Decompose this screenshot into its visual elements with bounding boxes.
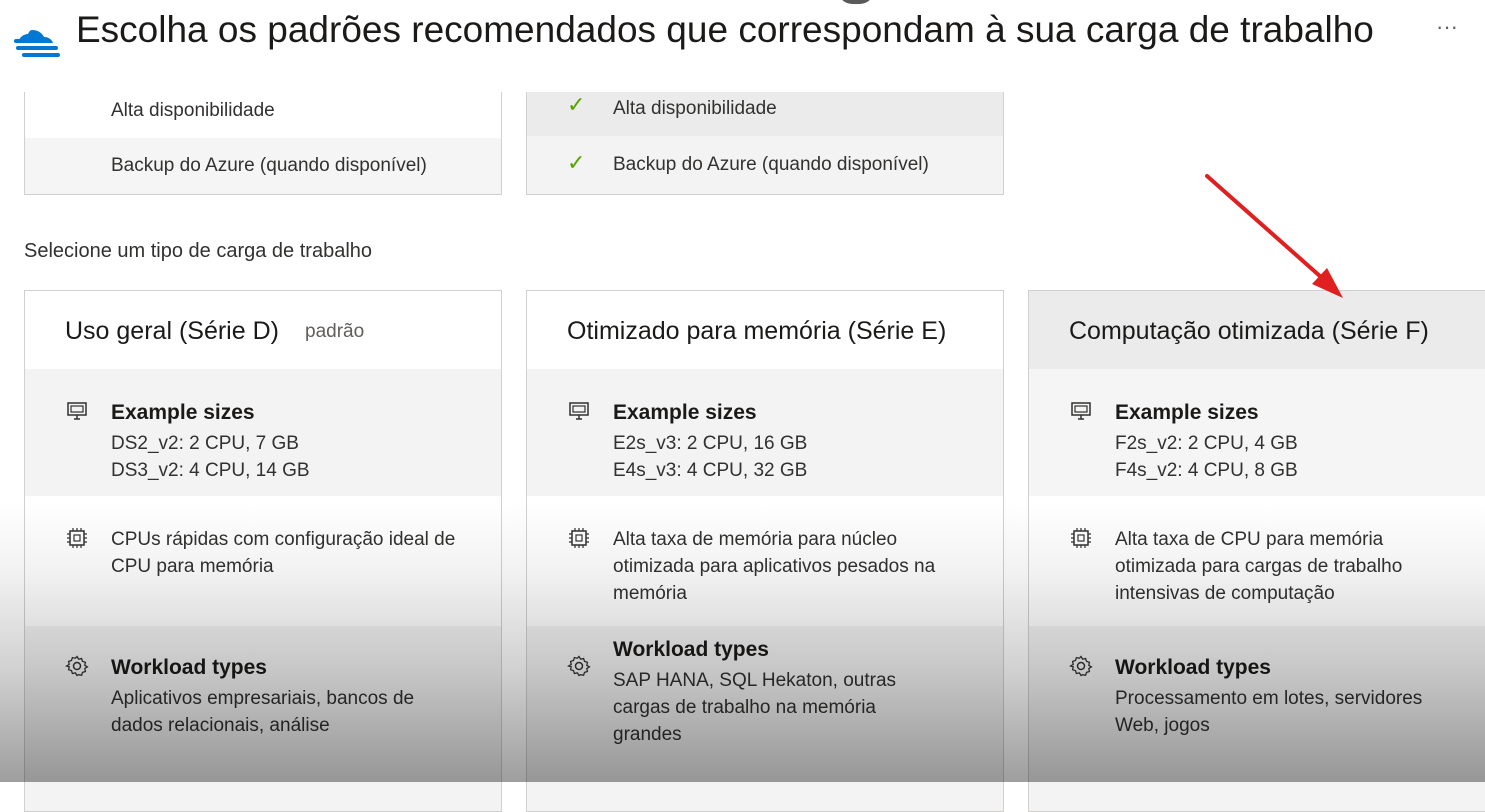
chip-icon [569,528,589,548]
size-item: E4s_v3: 4 CPU, 32 GB [613,460,808,481]
chip-icon [1071,528,1091,548]
size-item: F4s_v2: 4 CPU, 8 GB [1115,460,1298,481]
feature-row: Alta disponibilidade [25,88,501,133]
size-item: E2s_v3: 2 CPU, 16 GB [613,433,808,454]
feature-label: Alta disponibilidade [613,98,777,119]
page-title: Escolha os padrões recomendados que corr… [76,9,1374,50]
card-title: Otimizado para memória (Série E) [567,317,947,345]
size-item: F2s_v2: 2 CPU, 4 GB [1115,433,1298,454]
card-header: Uso geral (Série D) padrão [25,291,501,369]
gear-icon [1069,655,1093,677]
feature-row: ✓ Backup do Azure (quando disponível) [527,136,1003,194]
checkmark-icon: ✓ [567,92,586,117]
sizes-heading: Example sizes [1115,401,1259,424]
chip-icon [67,528,87,548]
cpu-section: Alta taxa de CPU para memória otimizada … [1029,496,1485,626]
option-card-default-partial[interactable]: Alta disponibilidade Backup do Azure (qu… [24,92,502,195]
workload-description: SAP HANA, SQL Hekaton, outras cargas de … [613,670,897,745]
cpu-description: Alta taxa de CPU para memória otimizada … [1115,529,1403,604]
workload-section: Workload types SAP HANA, SQL Hekaton, ou… [527,626,1003,811]
more-options-button[interactable]: ··· [1436,14,1458,40]
feature-label: Alta disponibilidade [111,99,275,121]
size-item: DS3_v2: 4 CPU, 14 GB [111,460,310,481]
monitor-icon [569,402,589,420]
cpu-section: Alta taxa de memória para núcleo otimiza… [527,496,1003,626]
default-tag: padrão [305,321,365,342]
feature-row: ✓ Alta disponibilidade [527,92,1003,136]
cpu-section: CPUs rápidas com configuração ideal de C… [25,496,501,626]
sizes-section: Example sizes F2s_v2: 2 CPU, 4 GB F4s_v2… [1029,369,1485,496]
sizes-heading: Example sizes [613,401,757,424]
workload-heading: Workload types [1115,656,1271,679]
feature-label: Backup do Azure (quando disponível) [111,155,427,176]
size-item: DS2_v2: 2 CPU, 7 GB [111,433,299,454]
workload-description: Processamento em lotes, servidores Web, … [1115,688,1423,736]
page-header: Escolha os padrões recomendados que corr… [0,0,1485,92]
workload-section: Workload types Processamento em lotes, s… [1029,626,1485,811]
card-header: Otimizado para memória (Série E) [527,291,1003,369]
option-card-recommended-partial[interactable]: ✓ Alta disponibilidade ✓ Backup do Azure… [526,92,1004,195]
monitor-icon [1071,402,1091,420]
section-label: Selecione um tipo de carga de trabalho [24,240,373,262]
monitor-icon [67,402,87,420]
workload-heading: Workload types [613,638,769,661]
workload-section: Workload types Aplicativos empresariais,… [25,626,501,811]
top-notch [838,0,874,4]
gear-icon [65,655,89,677]
feature-label: Backup do Azure (quando disponível) [613,154,929,175]
sizes-heading: Example sizes [111,401,255,424]
cpu-description: CPUs rápidas com configuração ideal de C… [111,529,456,577]
checkmark-icon: ✓ [567,150,586,175]
feature-row: Backup do Azure (quando disponível) [25,138,501,194]
workload-card-compute[interactable]: Computação otimizada (Série F) Example s… [1028,290,1485,812]
workload-description: Aplicativos empresariais, bancos de dado… [111,688,415,736]
card-header: Computação otimizada (Série F) [1029,291,1485,369]
workload-heading: Workload types [111,656,267,679]
gear-icon [567,655,591,677]
cpu-description: Alta taxa de memória para núcleo otimiza… [613,529,936,604]
workload-card-memory[interactable]: Otimizado para memória (Série E) Example… [526,290,1004,812]
sizes-section: Example sizes E2s_v3: 2 CPU, 16 GB E4s_v… [527,369,1003,496]
sizes-section: Example sizes DS2_v2: 2 CPU, 7 GB DS3_v2… [25,369,501,496]
card-title: Computação otimizada (Série F) [1069,317,1429,345]
card-title: Uso geral (Série D) [65,317,279,345]
cloud-stack-icon [14,30,60,57]
workload-card-general[interactable]: Uso geral (Série D) padrão Example sizes… [24,290,502,812]
